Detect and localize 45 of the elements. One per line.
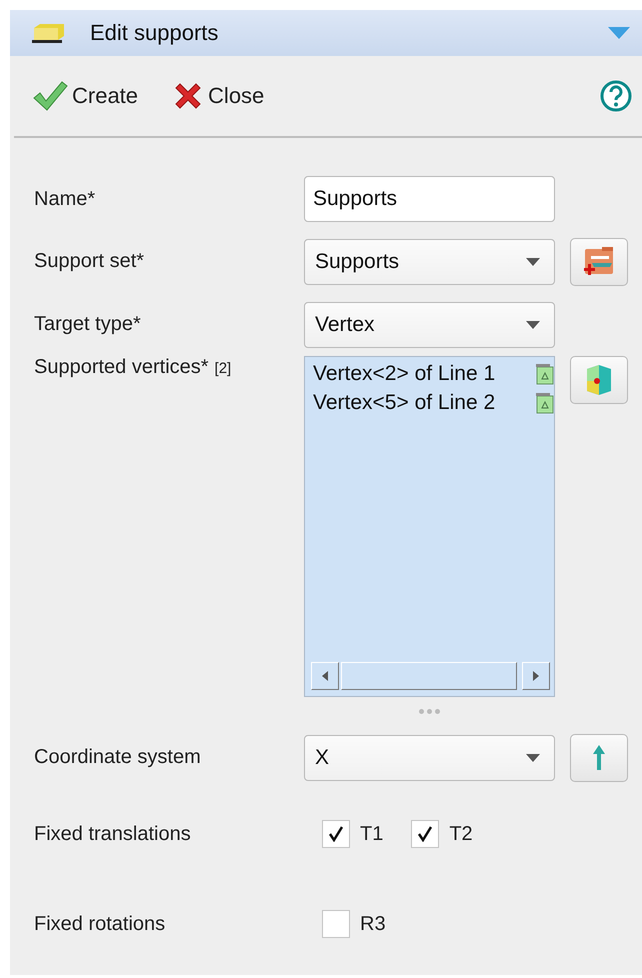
dropdown-caret-icon [526,320,540,328]
field-label: Supported vertices* [34,356,209,379]
field-label: Name* [34,188,96,210]
list-item[interactable]: Vertex<2> of Line 1 [313,359,554,388]
checkbox-label: R3 [360,912,386,936]
tool-button[interactable] [570,238,628,286]
field-label: Coordinate system [34,746,201,769]
checkbox[interactable] [322,820,350,848]
up-arrow-icon [591,744,607,772]
help-icon[interactable] [600,80,632,112]
panel-title: Edit supports [90,20,220,46]
tag-icon [536,362,554,384]
checkbox[interactable] [322,910,350,938]
checkbox-label: T1 [360,822,384,846]
field-label: Fixed translations [34,822,191,846]
checkmark-icon [417,826,434,842]
dropdown[interactable]: X [304,734,555,780]
right-arrow-icon [533,671,539,681]
scroll-right-button[interactable] [522,662,550,690]
scrollbar-thumb[interactable] [341,662,517,690]
checkmark-icon [32,80,68,112]
checkbox-label: T2 [449,822,473,846]
item-count: [2] [214,360,232,377]
add-support-set-icon [582,246,616,278]
tool-button[interactable] [570,356,628,404]
create-button[interactable]: Create [30,78,140,114]
scroll-left-button[interactable] [311,662,339,690]
checkbox[interactable] [411,820,440,848]
tool-button[interactable] [570,734,628,782]
dropdown[interactable]: Supports [304,238,555,284]
box-icon [30,22,66,44]
tag-icon [536,392,554,414]
checkmark-icon [328,826,344,842]
field-label: Support set* [34,250,144,273]
selection-list[interactable]: Vertex<2> of Line 1 Vertex<5> of Line 2 [304,356,555,697]
dropdown-caret-icon [526,754,540,762]
close-button[interactable]: Close [170,78,266,114]
name-field[interactable]: Supports [304,176,555,222]
dropdown-caret-icon [526,258,540,266]
list-item[interactable]: Vertex<5> of Line 2 [313,388,554,417]
field-label: Target type* [34,313,141,336]
dropdown[interactable]: Vertex [304,302,555,348]
field-label: Fixed rotations [34,912,166,936]
resize-grip[interactable] [419,709,440,714]
left-arrow-icon [322,671,328,681]
